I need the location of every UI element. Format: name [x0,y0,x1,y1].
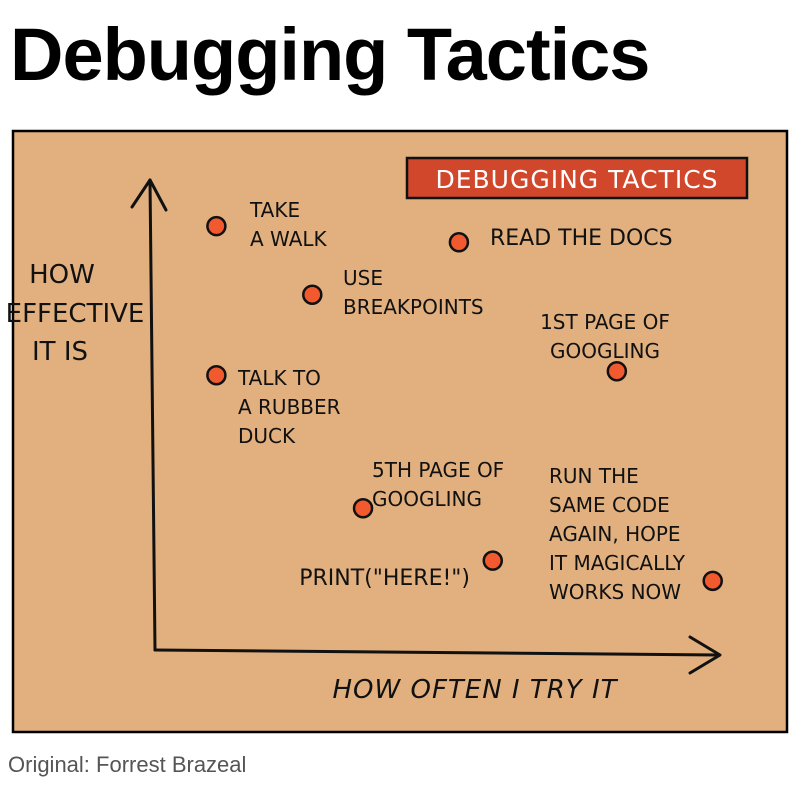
point-marker [702,570,723,592]
point-label: PRINT("HERE!") [299,566,470,591]
point-label: BREAKPOINTS [343,295,484,319]
point-label: A RUBBER [238,395,341,419]
point-marker [206,365,227,386]
credit: Original: Forrest Brazeal [8,752,247,777]
chart: DEBUGGING TACTICS HOW EFFECTIVE IT IS HOW … [6,129,789,734]
point-label: USE [343,266,383,290]
point-marker [206,215,227,237]
point-label: 1ST PAGE OF [540,310,670,334]
point-marker [448,232,470,253]
point-label: A WALK [250,227,328,251]
point-label: 5TH PAGE OF [372,458,504,482]
point-label: TAKE [249,198,300,222]
point-label: AGAIN, HOPE [549,522,681,546]
point-label: RUN THE [549,464,639,488]
point-label: DUCK [238,424,296,448]
chart-title: DEBUGGING TACTICS [435,165,718,194]
point-label: SAME CODE [549,493,670,517]
point-label: GOOGLING [372,487,482,511]
point-label: READ THE DOCS [490,226,673,251]
point-marker [606,361,628,382]
data-point: 5TH PAGE OF GOOGLING [352,458,504,519]
point-label: IT MAGICALLY [549,551,686,575]
chart-title-badge: DEBUGGING TACTICS [405,156,749,200]
y-axis-label-line: HOW [29,260,95,290]
point-label: TALK TO [237,366,321,390]
point-marker [482,550,504,571]
point-marker [352,498,374,519]
y-axis-label-line: EFFECTIVE [6,299,145,329]
point-label: GOOGLING [550,339,660,363]
y-axis-label-line: IT IS [32,337,88,367]
point-label: WORKS NOW [549,580,681,604]
point-marker [302,284,323,305]
x-axis-label: HOW OFTEN I TRY IT [332,675,618,705]
chart-background [11,129,789,734]
